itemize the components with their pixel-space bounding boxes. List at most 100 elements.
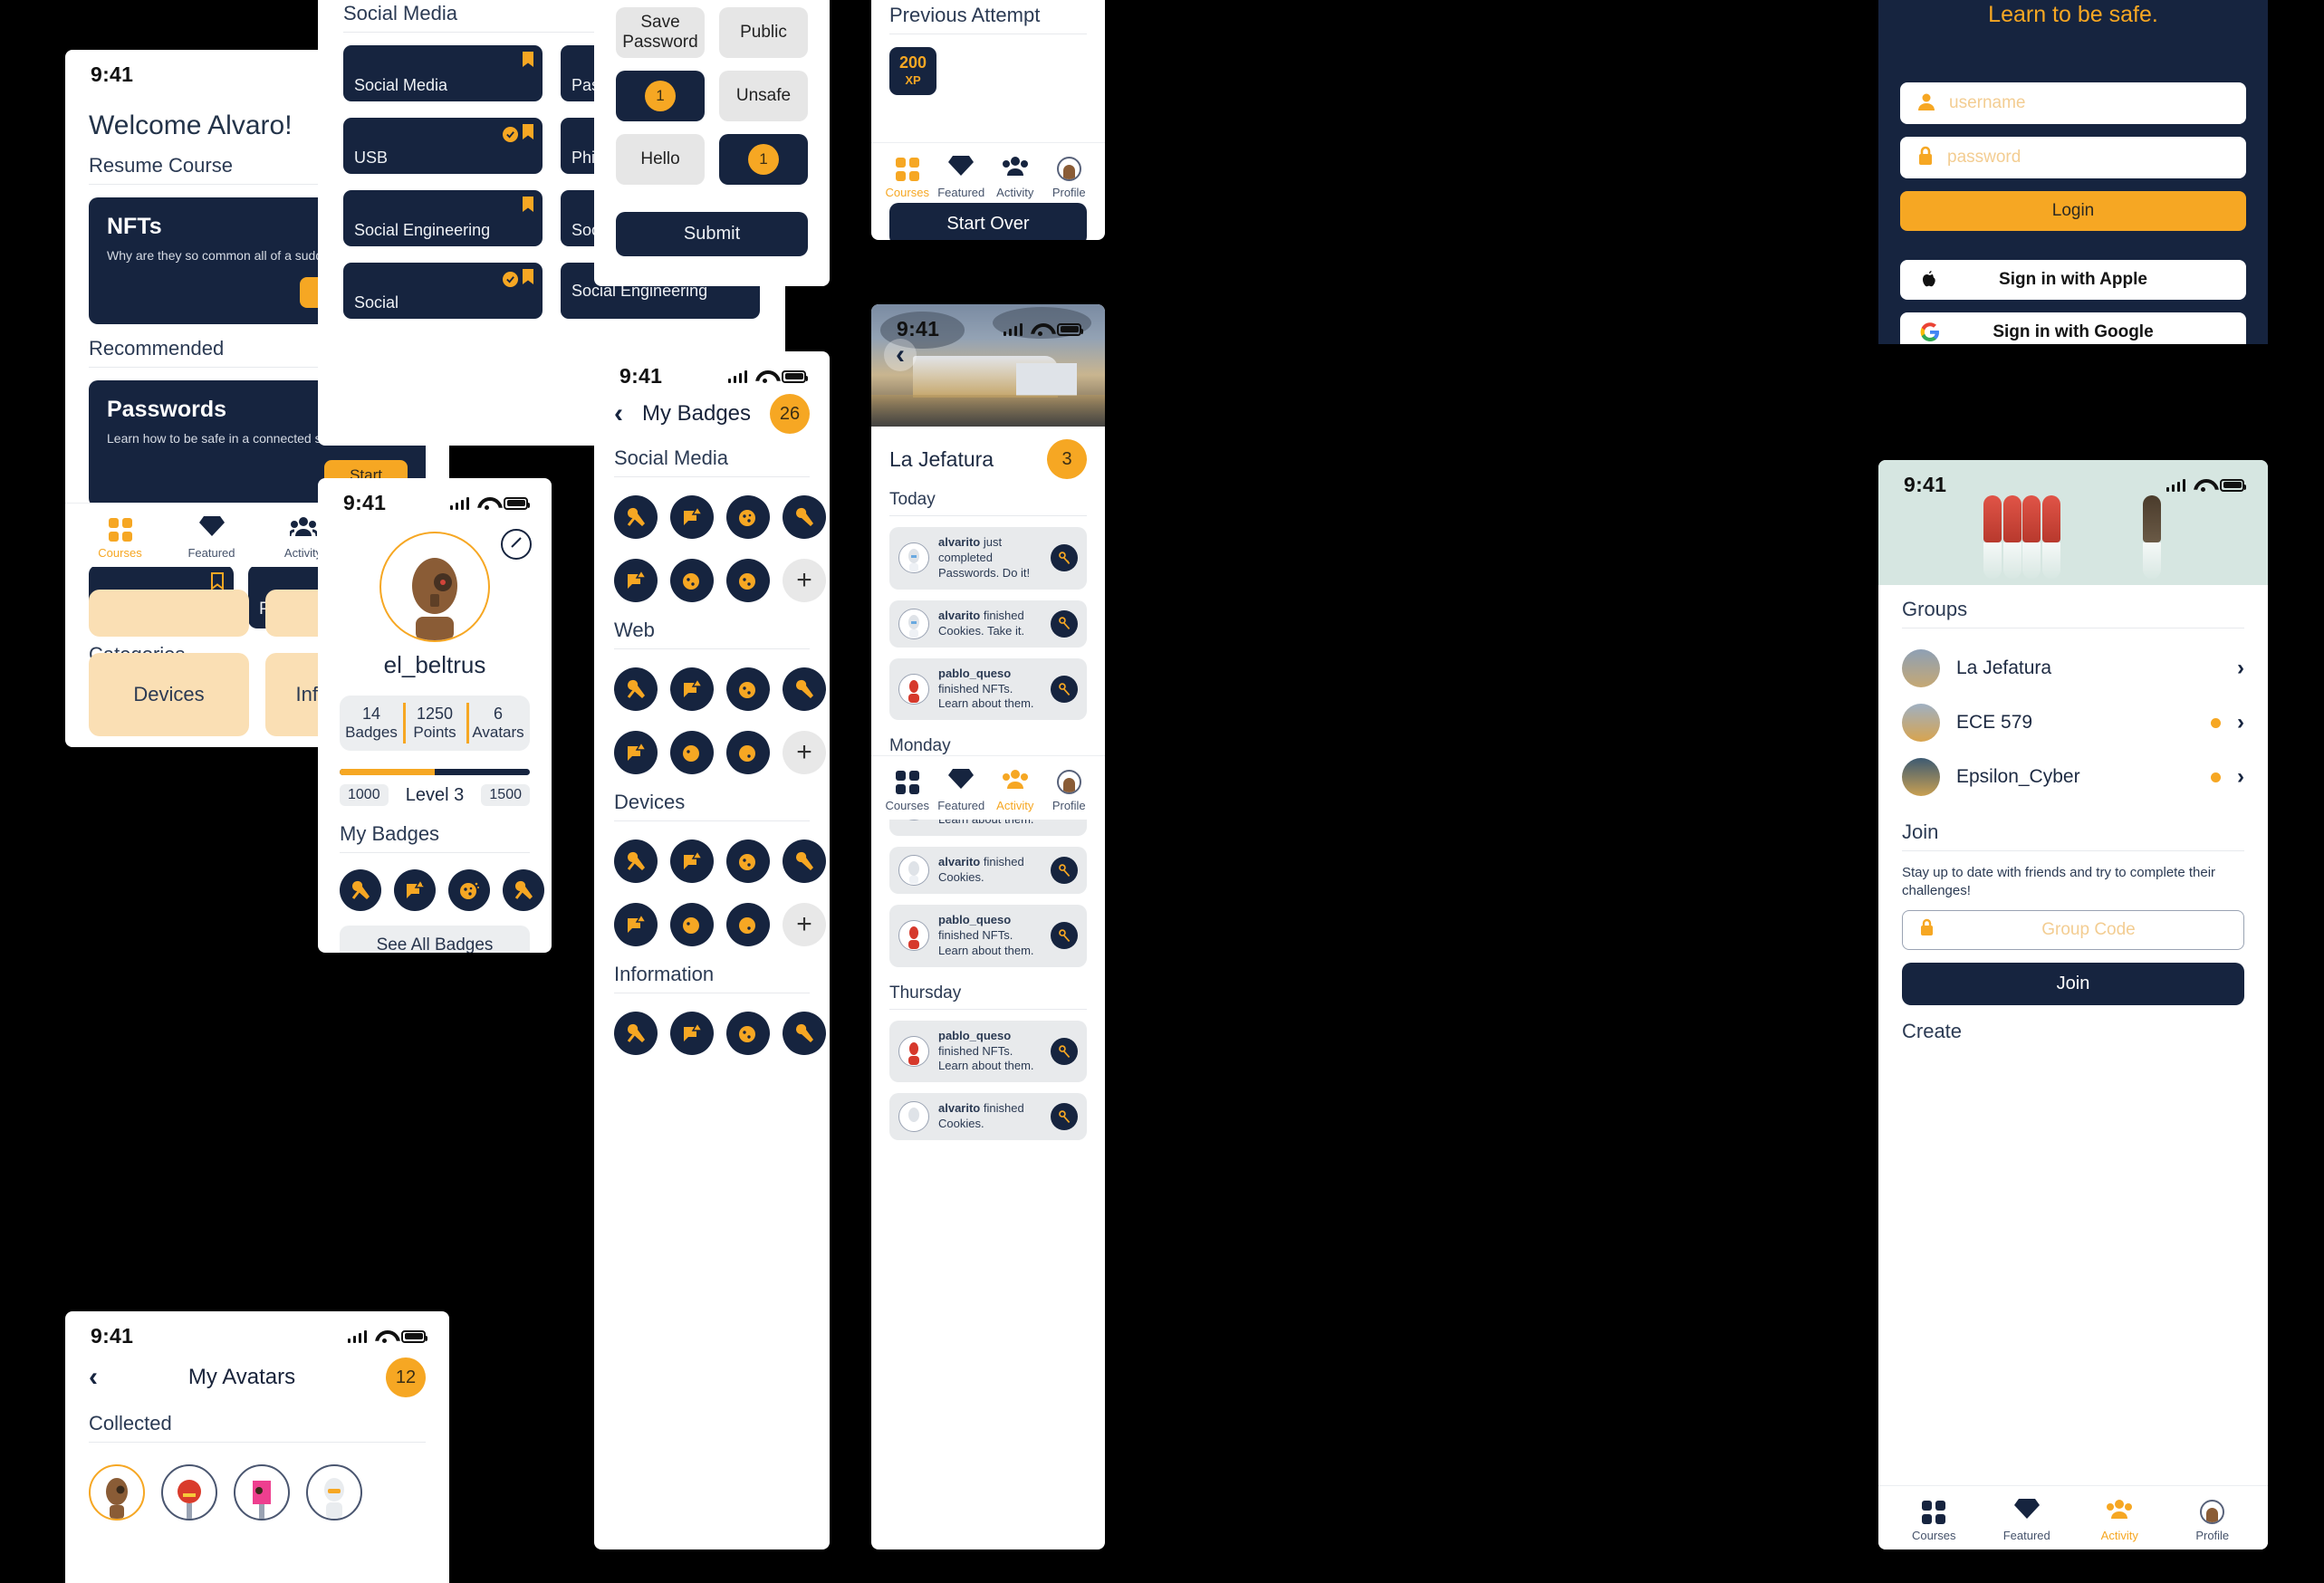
category-card-devices[interactable]: Devices — [89, 653, 249, 736]
badge-wrench[interactable] — [783, 1012, 826, 1055]
quiz-option[interactable]: Hello — [616, 134, 705, 185]
avatar-option-brown-robot[interactable] — [89, 1464, 145, 1521]
nav-item-profile[interactable]: Profile — [1042, 770, 1097, 812]
activity-item[interactable]: alvarito finished Cookies. Take it. — [889, 600, 1087, 648]
password-field[interactable]: password — [1900, 137, 2246, 178]
group-row-ece-579[interactable]: ECE 579 › — [1878, 696, 2268, 750]
quiz-option[interactable]: Save Password — [616, 7, 705, 58]
badge-cookie[interactable] — [726, 559, 770, 602]
course-card[interactable]: USB — [343, 118, 543, 174]
badge-chat-warning[interactable] — [670, 839, 714, 883]
submit-button[interactable]: Submit — [616, 212, 808, 256]
badge-chat-warning[interactable] — [670, 1012, 714, 1055]
badge-cookie[interactable] — [726, 731, 770, 774]
nav-item-activity[interactable]: Activity — [988, 156, 1042, 199]
quiz-option[interactable]: Public — [719, 7, 808, 58]
badge-cookie[interactable] — [670, 903, 714, 946]
nav-item-profile[interactable]: Profile — [2166, 1500, 2260, 1542]
nav-item-activity[interactable]: Activity — [988, 769, 1042, 812]
bookmark-icon[interactable] — [522, 197, 534, 217]
add-badge-button[interactable]: + — [783, 731, 826, 774]
badge-wrench[interactable] — [503, 869, 544, 911]
badge-wrench[interactable] — [340, 869, 381, 911]
sign-in-google-button[interactable]: Sign in with Google — [1900, 312, 2246, 344]
nav-item-courses[interactable]: Courses — [1887, 1501, 1981, 1542]
badge-cookie[interactable] — [726, 495, 770, 539]
back-button[interactable]: ‹ — [884, 339, 917, 371]
category-card[interactable] — [89, 590, 249, 637]
nav-item-activity[interactable]: Activity — [2073, 1499, 2166, 1542]
badge-cookie[interactable] — [670, 731, 714, 774]
nav-item-courses[interactable]: Courses — [74, 518, 166, 560]
badge-cookie[interactable] — [726, 839, 770, 883]
chevron-right-icon[interactable]: › — [2237, 656, 2244, 681]
profile-avatar[interactable] — [379, 532, 490, 642]
sign-in-apple-button[interactable]: Sign in with Apple — [1900, 260, 2246, 300]
badge-chat-warning[interactable] — [670, 495, 714, 539]
group-header: La Jefatura 3 — [871, 427, 1105, 484]
nav-item-courses[interactable]: Courses — [880, 158, 935, 199]
quiz-option-selected[interactable]: 1 — [616, 71, 705, 121]
bookmark-icon[interactable] — [522, 124, 534, 145]
badge-wrench[interactable] — [614, 839, 658, 883]
back-chevron-icon[interactable]: ‹ — [89, 1364, 98, 1391]
page-title: My Badges — [641, 401, 752, 426]
status-bar: 9:41 — [318, 478, 552, 519]
avatar-option-red-apple[interactable] — [161, 1464, 217, 1521]
badge-chat-warning[interactable] — [614, 731, 658, 774]
badge-chat-warning[interactable] — [614, 559, 658, 602]
nav-item-featured[interactable]: Featured — [935, 154, 989, 199]
nav-item-profile[interactable]: Profile — [1042, 157, 1097, 199]
group-code-input[interactable]: Group Code — [1902, 909, 2244, 950]
nav-item-courses[interactable]: Courses — [880, 771, 935, 812]
see-all-badges-button[interactable]: See All Badges — [340, 926, 530, 953]
group-row-la-jefatura[interactable]: La Jefatura › — [1878, 641, 2268, 696]
edit-profile-button[interactable] — [501, 529, 532, 560]
badge-wrench[interactable] — [614, 495, 658, 539]
badge-chat-warning[interactable] — [614, 903, 658, 946]
stat-points: 1250 Points — [403, 696, 466, 751]
level-progress-bar — [340, 769, 530, 775]
join-button[interactable]: Join — [1902, 962, 2244, 1005]
activity-item[interactable]: pablo_queso finished NFTs. Learn about t… — [889, 905, 1087, 967]
back-chevron-icon[interactable]: ‹ — [614, 400, 623, 427]
badge-cookie[interactable] — [726, 903, 770, 946]
activity-item[interactable]: pablo_queso finished NFTs. Learn about t… — [889, 657, 1087, 721]
chevron-right-icon[interactable]: › — [2237, 710, 2244, 735]
group-row-epsilon-cyber[interactable]: Epsilon_Cyber › — [1878, 750, 2268, 804]
apple-button-label: Sign in with Apple — [1999, 270, 2147, 289]
badge-cookie[interactable] — [448, 869, 490, 911]
avatar-option-pink-robot[interactable] — [234, 1464, 290, 1521]
activity-item[interactable]: alvarito finished Cookies. — [889, 1093, 1087, 1141]
badge-cookie[interactable] — [726, 667, 770, 711]
badge-chat-warning[interactable] — [394, 869, 436, 911]
quiz-option-selected[interactable]: 1 — [719, 134, 808, 185]
nav-item-featured[interactable]: Featured — [935, 767, 989, 812]
badge-wrench[interactable] — [783, 495, 826, 539]
chevron-right-icon[interactable]: › — [2237, 764, 2244, 790]
badge-chat-warning[interactable] — [670, 667, 714, 711]
username-field[interactable]: username — [1900, 82, 2246, 124]
badge-cookie[interactable] — [726, 1012, 770, 1055]
start-over-button[interactable]: Start Over — [889, 203, 1087, 240]
bookmark-icon[interactable] — [522, 269, 534, 290]
badge-wrench[interactable] — [614, 667, 658, 711]
bookmark-icon[interactable] — [522, 52, 534, 72]
badge-wrench[interactable] — [614, 1012, 658, 1055]
course-card[interactable]: Social Engineering — [343, 190, 543, 246]
activity-item[interactable]: pablo_queso finished NFTs. Learn about t… — [889, 1020, 1087, 1083]
add-badge-button[interactable]: + — [783, 903, 826, 946]
nav-item-featured[interactable]: Featured — [1981, 1497, 2074, 1542]
login-button[interactable]: Login — [1900, 191, 2246, 231]
avatar-option-white-robot[interactable] — [306, 1464, 362, 1521]
add-badge-button[interactable]: + — [783, 559, 826, 602]
course-card[interactable]: Social Media — [343, 45, 543, 101]
activity-item[interactable]: alvarito finished Cookies. — [889, 847, 1087, 895]
badge-wrench[interactable] — [783, 839, 826, 883]
badge-cookie[interactable] — [670, 559, 714, 602]
nav-item-featured[interactable]: Featured — [166, 514, 257, 560]
course-card[interactable]: Social — [343, 263, 543, 319]
badge-wrench[interactable] — [783, 667, 826, 711]
quiz-option[interactable]: Unsafe — [719, 71, 808, 121]
activity-item[interactable]: alvarito just completed Passwords. Do it… — [889, 527, 1087, 590]
